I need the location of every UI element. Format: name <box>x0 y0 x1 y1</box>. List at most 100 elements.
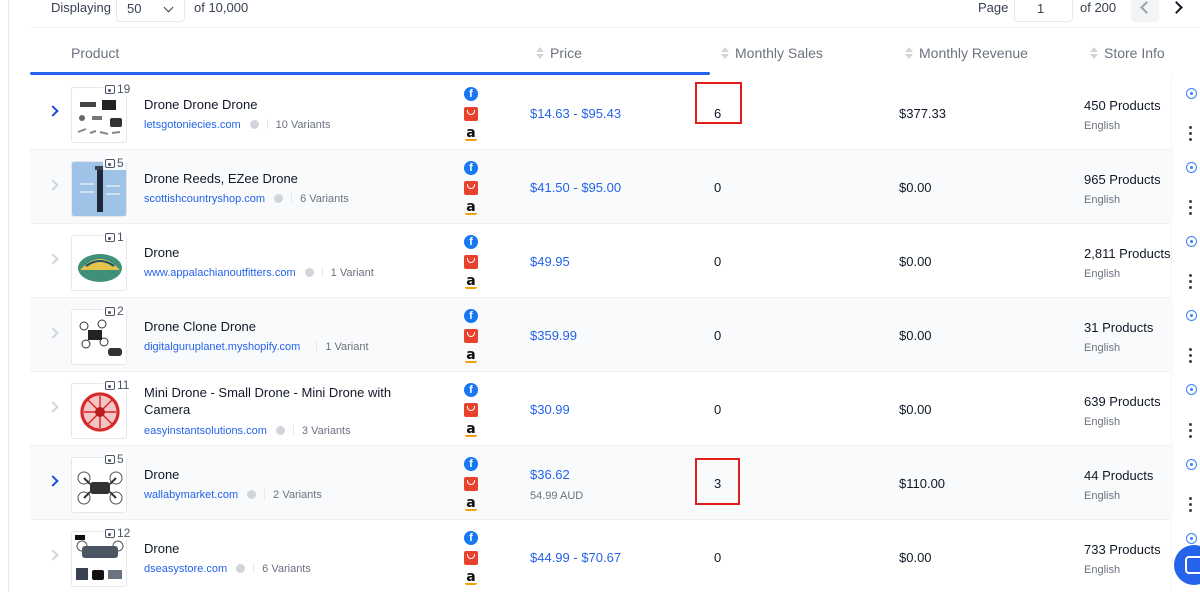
more-options-icon[interactable] <box>1189 348 1192 363</box>
product-name[interactable]: Drone Reeds, EZee Drone <box>144 170 404 187</box>
product-name[interactable]: Drone <box>144 540 404 557</box>
product-name[interactable]: Drone <box>144 466 404 483</box>
info-icon[interactable] <box>275 426 285 435</box>
info-icon[interactable] <box>249 120 259 129</box>
table-row[interactable]: 5 Drone Reeds, EZee Drone scottishcountr… <box>30 150 1170 224</box>
col-header-monthly-revenue[interactable]: Monthly Revenue <box>919 45 1028 61</box>
col-header-store-info[interactable]: Store Info <box>1104 45 1165 61</box>
info-icon[interactable] <box>247 490 257 499</box>
facebook-icon[interactable]: f <box>464 161 478 175</box>
facebook-icon[interactable]: f <box>464 531 478 545</box>
facebook-icon[interactable]: f <box>464 383 478 397</box>
image-icon <box>105 529 115 538</box>
divider <box>266 119 268 129</box>
sort-icon[interactable] <box>905 47 913 59</box>
track-icon[interactable] <box>1186 162 1197 173</box>
aliexpress-icon[interactable] <box>464 477 478 491</box>
aliexpress-icon[interactable] <box>464 107 478 121</box>
more-options-icon[interactable] <box>1189 126 1192 141</box>
more-options-icon[interactable] <box>1189 200 1192 215</box>
table-row[interactable]: 1 Drone www.appalachianoutfitters.com 1 V… <box>30 224 1170 298</box>
store-link[interactable]: scottishcountryshop.com <box>144 193 265 205</box>
highlight-box <box>695 82 742 124</box>
expand-row-icon[interactable] <box>47 105 59 117</box>
store-link[interactable]: digitalguruplanet.myshopify.com <box>144 341 300 353</box>
facebook-icon[interactable]: f <box>464 309 478 323</box>
aliexpress-icon[interactable] <box>464 551 478 565</box>
amazon-icon[interactable]: a <box>464 274 478 289</box>
track-icon[interactable] <box>1186 310 1197 321</box>
expand-row-icon[interactable] <box>47 179 59 191</box>
track-icon[interactable] <box>1186 533 1197 544</box>
page-label: Page <box>978 0 1009 15</box>
price-range: $36.62 <box>530 467 570 482</box>
more-options-icon[interactable] <box>1189 274 1192 289</box>
store-link[interactable]: dseasystore.com <box>144 563 227 575</box>
amazon-icon[interactable]: a <box>464 348 478 363</box>
track-icon[interactable] <box>1186 88 1197 99</box>
per-page-select[interactable]: 50 <box>116 0 185 22</box>
table-row[interactable]: 11 Mini Drone - Small Drone - Mini Drone… <box>30 372 1170 446</box>
sort-icon[interactable] <box>1090 47 1098 59</box>
more-options-icon[interactable] <box>1189 423 1192 438</box>
chevron-right-icon <box>1170 1 1183 14</box>
table-row[interactable]: 19 Drone Drone Drone letsgotoniecies.com… <box>30 76 1170 150</box>
track-icon[interactable] <box>1186 236 1197 247</box>
product-name[interactable]: Drone Drone Drone <box>144 96 404 113</box>
aliexpress-icon[interactable] <box>464 329 478 343</box>
info-icon[interactable] <box>274 194 284 203</box>
product-name[interactable]: Mini Drone - Small Drone - Mini Drone wi… <box>144 384 404 418</box>
expand-row-icon[interactable] <box>47 327 59 339</box>
table-row[interactable]: 2 Drone Clone Drone digitalguruplanet.my… <box>30 298 1170 372</box>
table-row[interactable]: 12 Drone dseasystore.com 6 Variants f a $… <box>30 520 1170 592</box>
expand-row-icon[interactable] <box>47 549 59 561</box>
amazon-icon[interactable]: a <box>464 422 478 437</box>
store-product-count: 639 Products <box>1084 394 1161 409</box>
amazon-icon[interactable]: a <box>464 126 478 141</box>
aliexpress-icon[interactable] <box>464 181 478 195</box>
price-range: $359.99 <box>530 328 577 343</box>
aliexpress-icon[interactable] <box>464 403 478 417</box>
amazon-icon[interactable]: a <box>464 200 478 215</box>
next-page-button[interactable] <box>1165 0 1193 22</box>
col-header-price[interactable]: Price <box>550 45 582 61</box>
variants-count: 10 Variants <box>275 119 331 131</box>
sort-icon[interactable] <box>721 47 729 59</box>
store-link[interactable]: letsgotoniecies.com <box>144 119 241 131</box>
track-icon[interactable] <box>1186 384 1197 395</box>
col-header-monthly-sales[interactable]: Monthly Sales <box>735 45 823 61</box>
col-header-product[interactable]: Product <box>71 45 119 61</box>
monthly-revenue-value: $0.00 <box>899 180 932 195</box>
more-options-icon[interactable] <box>1189 497 1192 512</box>
prev-page-button[interactable] <box>1131 0 1159 22</box>
facebook-icon[interactable]: f <box>464 457 478 471</box>
variants-count: 2 Variants <box>273 489 322 501</box>
store-link[interactable]: easyinstantsolutions.com <box>144 425 267 437</box>
facebook-icon[interactable]: f <box>464 235 478 249</box>
track-icon[interactable] <box>1186 459 1197 470</box>
sort-icon[interactable] <box>536 47 544 59</box>
table-row[interactable]: 5 Drone wallabymarket.com 2 Variants f a … <box>30 446 1170 520</box>
store-link[interactable]: www.appalachianoutfitters.com <box>144 267 296 279</box>
aliexpress-icon[interactable] <box>464 255 478 269</box>
amazon-icon[interactable]: a <box>464 570 478 585</box>
product-name[interactable]: Drone <box>144 244 404 261</box>
expand-row-icon[interactable] <box>47 475 59 487</box>
store-meta: digitalguruplanet.myshopify.com 1 Variant <box>144 341 369 353</box>
product-name[interactable]: Drone Clone Drone <box>144 318 404 335</box>
store-language: English <box>1084 342 1121 354</box>
store-language: English <box>1084 490 1121 502</box>
chevron-left-icon <box>1140 1 1153 14</box>
info-icon[interactable] <box>236 564 246 573</box>
amazon-icon[interactable]: a <box>464 496 478 511</box>
facebook-icon[interactable]: f <box>464 87 478 101</box>
expand-row-icon[interactable] <box>47 401 59 413</box>
image-count-badge: 19 <box>103 82 133 96</box>
info-icon[interactable] <box>304 268 314 277</box>
store-product-count: 733 Products <box>1084 542 1161 557</box>
store-link[interactable]: wallabymarket.com <box>144 489 238 501</box>
page-number-input[interactable]: 1 <box>1014 0 1073 22</box>
expand-row-icon[interactable] <box>47 253 59 265</box>
image-count-badge: 5 <box>103 156 126 170</box>
store-language: English <box>1084 120 1121 132</box>
